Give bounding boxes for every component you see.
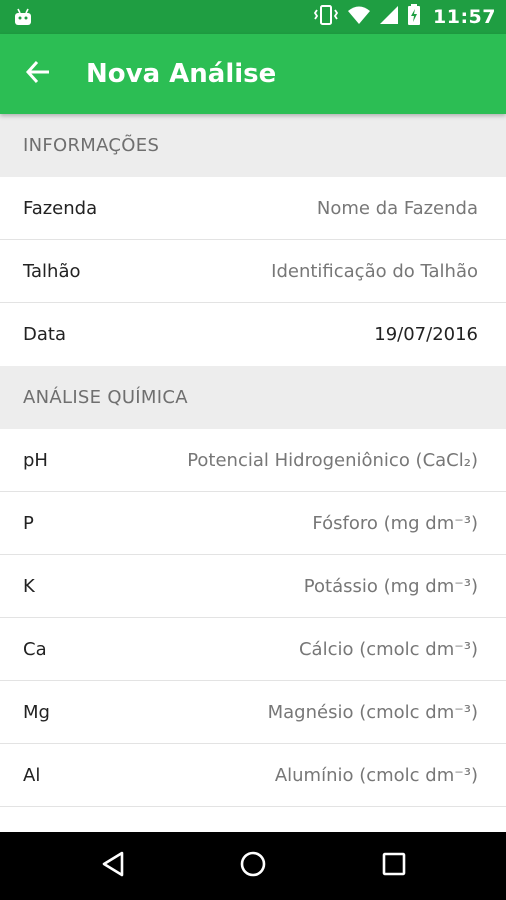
fazenda-field[interactable]: Fazenda Nome da Fazenda — [0, 177, 506, 240]
field-label: Fazenda — [23, 197, 98, 219]
page-title: Nova Análise — [86, 59, 277, 89]
field-label: P — [23, 512, 34, 534]
wifi-icon — [347, 5, 371, 29]
ca-field[interactable]: Ca Cálcio (cmolc dm⁻³) — [0, 618, 506, 681]
date-input[interactable]: 19/07/2016 — [374, 324, 478, 345]
p-field[interactable]: P Fósforo (mg dm⁻³) — [0, 492, 506, 555]
navigation-bar — [0, 832, 506, 900]
field-label: Talhão — [23, 260, 81, 282]
arrow-back-icon — [24, 58, 52, 90]
section-header-informacoes: INFORMAÇÕES — [0, 114, 506, 177]
back-button[interactable] — [18, 56, 58, 92]
nav-back-icon — [100, 850, 126, 882]
section-header-analise-quimica: ANÁLISE QUÍMICA — [0, 366, 506, 429]
fazenda-input[interactable]: Nome da Fazenda — [317, 198, 478, 219]
nav-recents-icon — [381, 851, 407, 881]
nav-home-button[interactable] — [233, 846, 273, 886]
al-field[interactable]: Al Alumínio (cmolc dm⁻³) — [0, 744, 506, 807]
field-label: Ca — [23, 638, 47, 660]
k-field[interactable]: K Potássio (mg dm⁻³) — [0, 555, 506, 618]
android-icon — [12, 6, 34, 28]
data-field[interactable]: Data 19/07/2016 — [0, 303, 506, 366]
field-label: K — [23, 575, 35, 597]
ph-input[interactable]: Potencial Hidrogeniônico (CaCl₂) — [187, 450, 478, 471]
field-label: Mg — [23, 701, 50, 723]
mg-input[interactable]: Magnésio (cmolc dm⁻³) — [268, 702, 478, 723]
field-label: Data — [23, 324, 66, 345]
app-bar: Nova Análise — [0, 34, 506, 114]
status-bar: 11:57 — [0, 0, 506, 34]
k-input[interactable]: Potássio (mg dm⁻³) — [304, 576, 478, 597]
ca-input[interactable]: Cálcio (cmolc dm⁻³) — [299, 639, 478, 660]
talhao-input[interactable]: Identificação do Talhão — [271, 261, 478, 282]
nav-back-button[interactable] — [93, 846, 133, 886]
talhao-field[interactable]: Talhão Identificação do Talhão — [0, 240, 506, 303]
nav-recents-button[interactable] — [374, 846, 414, 886]
al-input[interactable]: Alumínio (cmolc dm⁻³) — [275, 765, 478, 786]
p-input[interactable]: Fósforo (mg dm⁻³) — [312, 513, 478, 534]
field-label: pH — [23, 449, 48, 471]
nav-home-icon — [239, 850, 267, 882]
signal-icon — [379, 5, 399, 29]
status-time: 11:57 — [433, 6, 496, 28]
field-label: Al — [23, 764, 41, 786]
form-content: INFORMAÇÕES Fazenda Nome da Fazenda Talh… — [0, 114, 506, 832]
vibrate-icon — [313, 4, 339, 30]
ph-field[interactable]: pH Potencial Hidrogeniônico (CaCl₂) — [0, 429, 506, 492]
battery-charging-icon — [407, 4, 421, 30]
mg-field[interactable]: Mg Magnésio (cmolc dm⁻³) — [0, 681, 506, 744]
